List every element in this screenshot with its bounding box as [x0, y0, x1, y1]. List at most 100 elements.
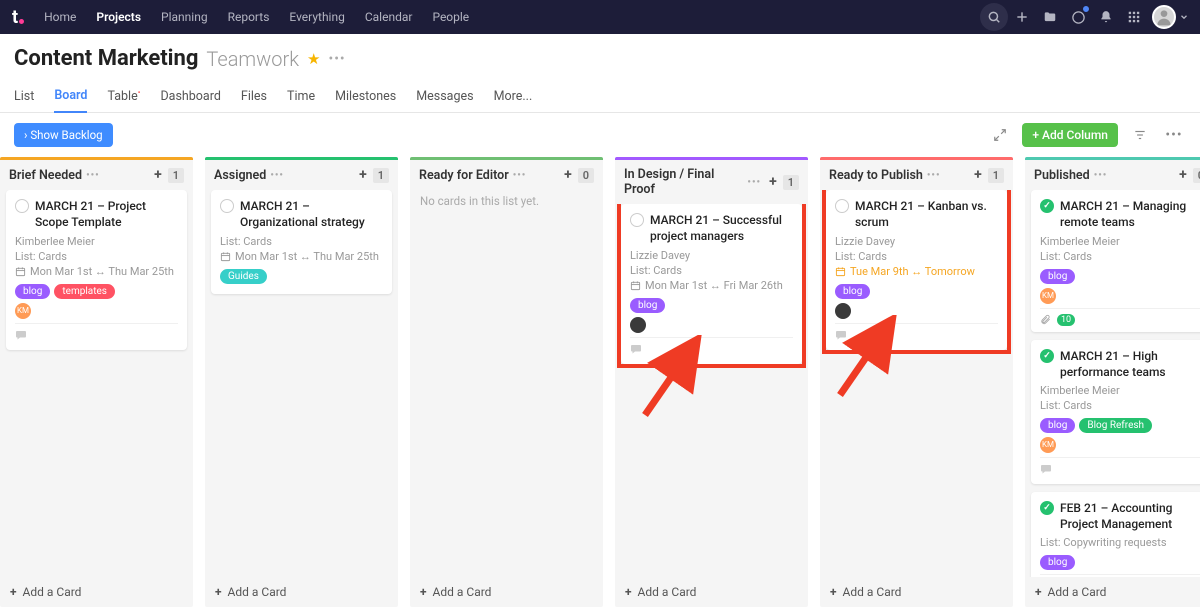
task-card[interactable]: MARCH 21 – Organizational strategyList: …: [211, 190, 392, 293]
column-more-icon[interactable]: •••: [747, 177, 761, 188]
add-card-button[interactable]: +Add a Card: [615, 577, 808, 607]
complete-check-icon[interactable]: [15, 199, 29, 213]
column-more-icon[interactable]: •••: [86, 170, 100, 181]
column-more-icon[interactable]: •••: [513, 170, 527, 181]
column-add-icon[interactable]: +: [769, 174, 777, 190]
add-card-button[interactable]: +Add a Card: [205, 577, 398, 607]
user-avatar[interactable]: [1152, 5, 1176, 29]
chevron-down-icon[interactable]: [1176, 3, 1192, 31]
task-card[interactable]: MARCH 21 – Successful project managersLi…: [621, 204, 802, 363]
tag[interactable]: blog: [1040, 555, 1075, 570]
comment-icon[interactable]: [15, 329, 27, 344]
complete-check-icon[interactable]: [1040, 349, 1054, 363]
task-card[interactable]: FEB 21 – Accounting Project ManagementLi…: [1031, 492, 1200, 577]
tag[interactable]: blog: [1040, 269, 1075, 284]
tab-files[interactable]: Files: [241, 82, 267, 112]
card-tags: blog Blog Refresh: [1040, 418, 1200, 433]
project-more-icon[interactable]: •••: [328, 51, 345, 67]
nav-projects[interactable]: Projects: [96, 10, 141, 24]
comment-icon[interactable]: [1040, 463, 1052, 478]
nav-calendar[interactable]: Calendar: [365, 10, 413, 24]
nav-planning[interactable]: Planning: [161, 10, 208, 24]
paperclip-icon[interactable]: [1040, 314, 1051, 325]
workspace-name[interactable]: Teamwork: [206, 47, 299, 71]
search-icon[interactable]: [980, 3, 1008, 31]
grid-icon[interactable]: [1120, 3, 1148, 31]
tag[interactable]: blog: [630, 298, 665, 313]
comment-icon[interactable]: [835, 329, 847, 344]
app-logo[interactable]: t: [12, 7, 24, 28]
column-header: Brief Needed ••• + 1: [0, 160, 193, 190]
task-card[interactable]: MARCH 21 – Kanban vs. scrumLizzie DaveyL…: [826, 190, 1007, 349]
card-list: List: Cards: [1040, 399, 1200, 412]
tab-board[interactable]: Board: [54, 81, 87, 113]
tab-dashboard[interactable]: Dashboard: [160, 82, 220, 112]
card-tags: blog: [1040, 269, 1200, 284]
column-add-icon[interactable]: +: [359, 167, 367, 183]
column-add-icon[interactable]: +: [1179, 167, 1187, 183]
nav-reports[interactable]: Reports: [228, 10, 270, 24]
add-icon[interactable]: [1008, 3, 1036, 31]
show-backlog-button[interactable]: › Show Backlog: [14, 123, 113, 147]
column-count: 1: [373, 168, 389, 183]
column-add-icon[interactable]: +: [564, 167, 572, 183]
card-date: Mon Mar 1st ↔ Fri Mar 26th: [630, 279, 793, 292]
nav-home[interactable]: Home: [44, 10, 76, 24]
tag[interactable]: blog: [15, 284, 50, 299]
bell-icon[interactable]: [1092, 3, 1120, 31]
tab-milestones[interactable]: Milestones: [335, 82, 396, 112]
add-card-button[interactable]: +Add a Card: [820, 577, 1013, 607]
tag[interactable]: blog: [1040, 418, 1075, 433]
column-more-icon[interactable]: •••: [1094, 170, 1108, 181]
add-card-button[interactable]: +Add a Card: [1025, 577, 1200, 607]
folder-icon[interactable]: [1036, 3, 1064, 31]
board: Brief Needed ••• + 1 MARCH 21 – Project …: [0, 157, 1200, 607]
card-tags: Guides: [220, 269, 383, 284]
tag[interactable]: templates: [54, 284, 115, 299]
tab-list[interactable]: List: [14, 82, 34, 112]
complete-check-icon[interactable]: [220, 199, 234, 213]
assignee-avatar[interactable]: [630, 317, 646, 333]
column-more-icon[interactable]: •••: [270, 170, 284, 181]
add-card-button[interactable]: +Add a Card: [410, 577, 603, 607]
nav-everything[interactable]: Everything: [289, 10, 344, 24]
complete-check-icon[interactable]: [1040, 501, 1054, 515]
add-card-button[interactable]: +Add a Card: [0, 577, 193, 607]
task-card[interactable]: MARCH 21 – High performance teams Kimberl…: [1031, 340, 1200, 484]
tab-more-[interactable]: More...: [494, 82, 533, 112]
comment-icon[interactable]: [630, 343, 642, 358]
assignee-avatar[interactable]: KM: [1040, 437, 1056, 453]
card-assignee: Kimberlee Meier: [1040, 384, 1200, 397]
tag[interactable]: Blog Refresh: [1079, 418, 1152, 433]
project-tabs: List Board Table• Dashboard Files Time Milesto…: [0, 77, 1200, 113]
card-tags: blog: [835, 284, 998, 299]
task-card[interactable]: MARCH 21 – Project Scope TemplateKimberl…: [6, 190, 187, 349]
tag[interactable]: blog: [835, 284, 870, 299]
complete-check-icon[interactable]: [630, 213, 644, 227]
tab-table[interactable]: Table•: [107, 81, 140, 112]
assignee-avatar[interactable]: KM: [1040, 288, 1056, 304]
add-column-button[interactable]: + Add Column: [1022, 123, 1118, 147]
tab-messages[interactable]: Messages: [416, 82, 473, 112]
column-add-icon[interactable]: +: [974, 167, 982, 183]
column-title: Published: [1034, 168, 1090, 183]
tag[interactable]: Guides: [220, 269, 267, 284]
filter-icon[interactable]: [1128, 123, 1152, 147]
column-add-icon[interactable]: +: [154, 167, 162, 183]
complete-check-icon[interactable]: [1040, 199, 1054, 213]
star-icon[interactable]: ★: [307, 50, 320, 68]
complete-check-icon[interactable]: [835, 199, 849, 213]
card-footer: [1040, 457, 1200, 478]
assignee-avatar[interactable]: [835, 303, 851, 319]
tab-time[interactable]: Time: [287, 82, 315, 112]
board-more-icon[interactable]: •••: [1162, 123, 1186, 147]
nav-people[interactable]: People: [432, 10, 469, 24]
column-brief-needed: Brief Needed ••• + 1 MARCH 21 – Project …: [0, 157, 193, 607]
expand-icon[interactable]: [988, 123, 1012, 147]
card-title: MARCH 21 – Kanban vs. scrum: [855, 198, 998, 230]
column-more-icon[interactable]: •••: [927, 170, 941, 181]
task-card[interactable]: MARCH 21 – Managing remote teamsKimberle…: [1031, 190, 1200, 331]
assignee-avatar[interactable]: KM: [15, 303, 31, 319]
card-title: MARCH 21 – High performance teams: [1060, 348, 1200, 380]
chat-icon[interactable]: [1064, 3, 1092, 31]
